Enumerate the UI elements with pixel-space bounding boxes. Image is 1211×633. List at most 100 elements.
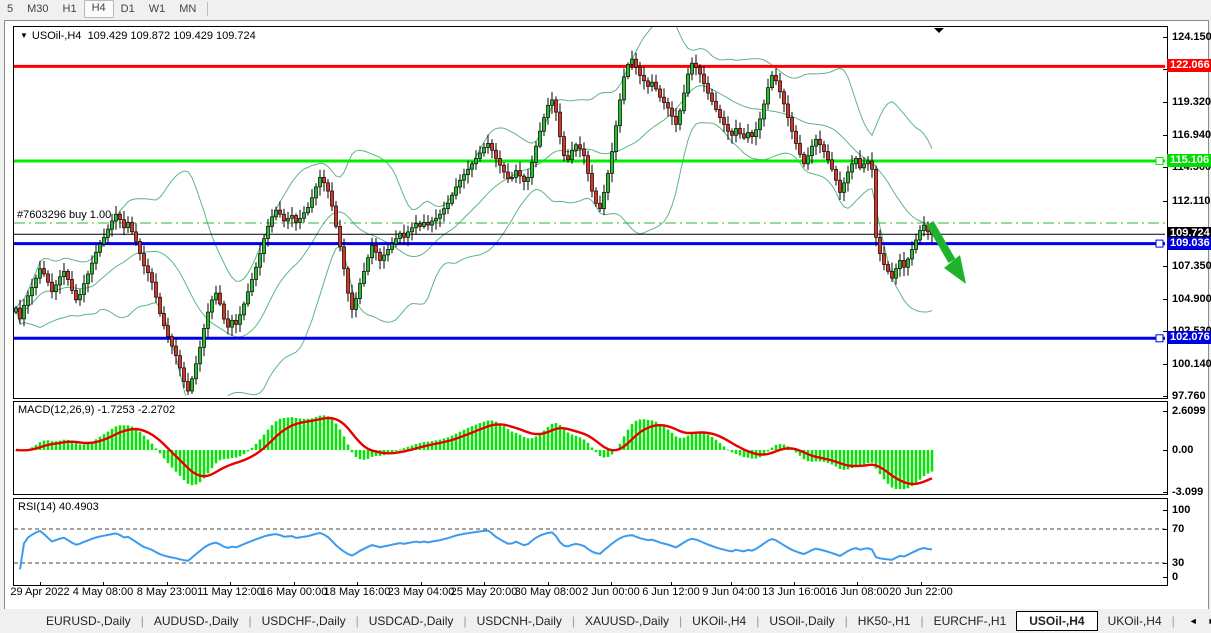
rsi-label: RSI(14) 40.4903 — [18, 501, 99, 513]
axis-label: 0 — [1172, 571, 1178, 583]
axis-label: 100.140 — [1172, 358, 1211, 370]
price-axis[interactable]: 124.150121.770119.320116.940114.560112.1… — [1163, 21, 1208, 609]
time-label: 20 Jun 22:00 — [889, 586, 953, 598]
chart-shift-marker[interactable] — [934, 28, 944, 33]
axis-label: 100 — [1172, 504, 1190, 516]
axis-tick-mark — [1163, 411, 1168, 412]
axis-label: 107.350 — [1172, 260, 1211, 272]
chart-symbol: USOil-,H4 — [32, 30, 82, 42]
axis-tick-mark — [1163, 492, 1168, 493]
time-label: 23 May 04:00 — [388, 586, 455, 598]
axis-tick-mark — [1163, 529, 1168, 530]
price-chart-canvas[interactable] — [14, 27, 1165, 396]
tab-ukoilh4[interactable]: UKOil-,H4 — [1098, 612, 1172, 630]
tab-usdcnhdaily[interactable]: USDCNH-,Daily — [467, 612, 572, 630]
time-label: 9 Jun 04:00 — [702, 586, 760, 598]
axis-tick-mark — [1163, 563, 1168, 564]
tab-usoilh4[interactable]: USOil-,H4 — [1016, 611, 1097, 631]
time-label: 29 Apr 2022 — [10, 586, 69, 598]
axis-tick-mark — [1163, 364, 1168, 365]
time-label: 4 May 08:00 — [73, 586, 134, 598]
tab-usdchfdaily[interactable]: USDCHF-,Daily — [252, 612, 356, 630]
timeframe-button-w1[interactable]: W1 — [142, 1, 173, 17]
time-label: 25 May 20:00 — [451, 586, 518, 598]
timeframe-button-m30[interactable]: M30 — [20, 1, 55, 17]
time-label: 8 May 23:00 — [137, 586, 198, 598]
hline-handle[interactable] — [1156, 158, 1163, 165]
macd-canvas — [14, 402, 1165, 492]
timeframe-button-h4[interactable]: H4 — [84, 0, 114, 18]
axis-label: 119.320 — [1172, 96, 1211, 108]
axis-tick-mark — [1163, 510, 1168, 511]
tab-usdcaddaily[interactable]: USDCAD-,Daily — [359, 612, 464, 630]
time-label: 16 May 00:00 — [261, 586, 328, 598]
price-badge-109.036: 109.036 — [1167, 237, 1211, 250]
macd-panel[interactable]: MACD(12,26,9) -1.7253 -2.2702 — [13, 401, 1168, 495]
timeframe-toolbar: 5M30H1H4D1W1MN — [0, 0, 1211, 18]
axis-tick-mark — [1163, 37, 1168, 38]
tab-scroll-left-icon[interactable]: ◄ — [1189, 616, 1198, 626]
axis-tick-mark — [1163, 266, 1168, 267]
axis-label: 124.150 — [1172, 31, 1211, 43]
axis-tick-mark — [1163, 450, 1168, 451]
toolbar-separator — [207, 2, 208, 16]
time-axis[interactable]: 29 Apr 2022 4 May 08:008 May 23:0011 May … — [9, 582, 1164, 608]
axis-tick-mark — [1163, 167, 1168, 168]
chart-window: ▼ USOil-,H4 109.429 109.872 109.429 109.7… — [4, 20, 1209, 610]
chart-dropdown-icon[interactable]: ▼ — [20, 31, 28, 40]
chart-tab-bar: EURUSD-,Daily|AUDUSD-,Daily|USDCHF-,Dail… — [0, 609, 1211, 633]
tab-hk50h1[interactable]: HK50-,H1 — [848, 612, 921, 630]
hline-handle[interactable] — [1156, 240, 1163, 247]
timeframe-button-h1[interactable]: H1 — [56, 1, 84, 17]
axis-tick-mark — [1163, 577, 1168, 578]
tab-xauusddaily[interactable]: XAUUSD-,Daily — [575, 612, 679, 630]
price-badge-122.066: 122.066 — [1167, 59, 1211, 72]
chart-title: ▼ USOil-,H4 109.429 109.872 109.429 109.7… — [20, 30, 256, 42]
axis-label: 2.6099 — [1172, 405, 1206, 417]
time-label: 2 Jun 00:00 — [582, 586, 640, 598]
mt4-chart-window: 5M30H1H4D1W1MN ▼ USOil-,H4 109.429 109.87… — [0, 0, 1211, 633]
axis-label: 97.760 — [1172, 390, 1206, 402]
timeframe-button-5[interactable]: 5 — [0, 1, 20, 17]
tab-audusddaily[interactable]: AUDUSD-,Daily — [144, 612, 249, 630]
chart-ohlc: 109.429 109.872 109.429 109.724 — [88, 30, 256, 42]
tab-eurusddaily[interactable]: EURUSD-,Daily — [36, 612, 141, 630]
time-label: 16 Jun 08:00 — [825, 586, 889, 598]
macd-histogram — [15, 415, 934, 489]
axis-label: 104.900 — [1172, 293, 1211, 305]
axis-label: -3.099 — [1172, 486, 1203, 498]
price-badge-115.106: 115.106 — [1167, 154, 1211, 167]
time-label: 11 May 12:00 — [197, 586, 263, 598]
time-label: 30 May 08:00 — [515, 586, 582, 598]
tab-separator: | — [1172, 614, 1175, 628]
horizontal-lines[interactable] — [14, 66, 1165, 341]
timeframe-button-mn[interactable]: MN — [172, 1, 203, 17]
macd-signal-line — [16, 418, 932, 484]
order-line-label[interactable]: #7603296 buy 1.00 — [17, 209, 111, 221]
hline-handle[interactable] — [1156, 335, 1163, 342]
time-label: 18 May 16:00 — [324, 586, 391, 598]
rsi-canvas — [14, 499, 1165, 583]
price-chart-panel[interactable]: ▼ USOil-,H4 109.429 109.872 109.429 109.7… — [13, 26, 1168, 399]
price-badge-102.076: 102.076 — [1167, 331, 1211, 344]
axis-tick-mark — [1163, 201, 1168, 202]
axis-tick-mark — [1163, 396, 1168, 397]
timeframe-button-d1[interactable]: D1 — [114, 1, 142, 17]
time-label: 6 Jun 12:00 — [642, 586, 700, 598]
tab-usoildaily[interactable]: USOil-,Daily — [759, 612, 844, 630]
axis-tick-mark — [1163, 135, 1168, 136]
axis-tick-mark — [1163, 299, 1168, 300]
axis-label: 70 — [1172, 523, 1184, 535]
rsi-panel[interactable]: RSI(14) 40.4903 — [13, 498, 1168, 586]
macd-label: MACD(12,26,9) -1.7253 -2.2702 — [18, 404, 175, 416]
arrow-object[interactable] — [930, 223, 966, 284]
bollinger-bands — [16, 27, 932, 396]
axis-label: 0.00 — [1172, 444, 1193, 456]
axis-label: 30 — [1172, 557, 1184, 569]
tab-ukoilh4[interactable]: UKOil-,H4 — [682, 612, 756, 630]
rsi-line — [20, 531, 932, 570]
axis-label: 112.110 — [1172, 195, 1211, 207]
axis-label: 116.940 — [1172, 129, 1211, 141]
tab-eurchfh1[interactable]: EURCHF-,H1 — [924, 612, 1017, 630]
axis-tick-mark — [1163, 102, 1168, 103]
